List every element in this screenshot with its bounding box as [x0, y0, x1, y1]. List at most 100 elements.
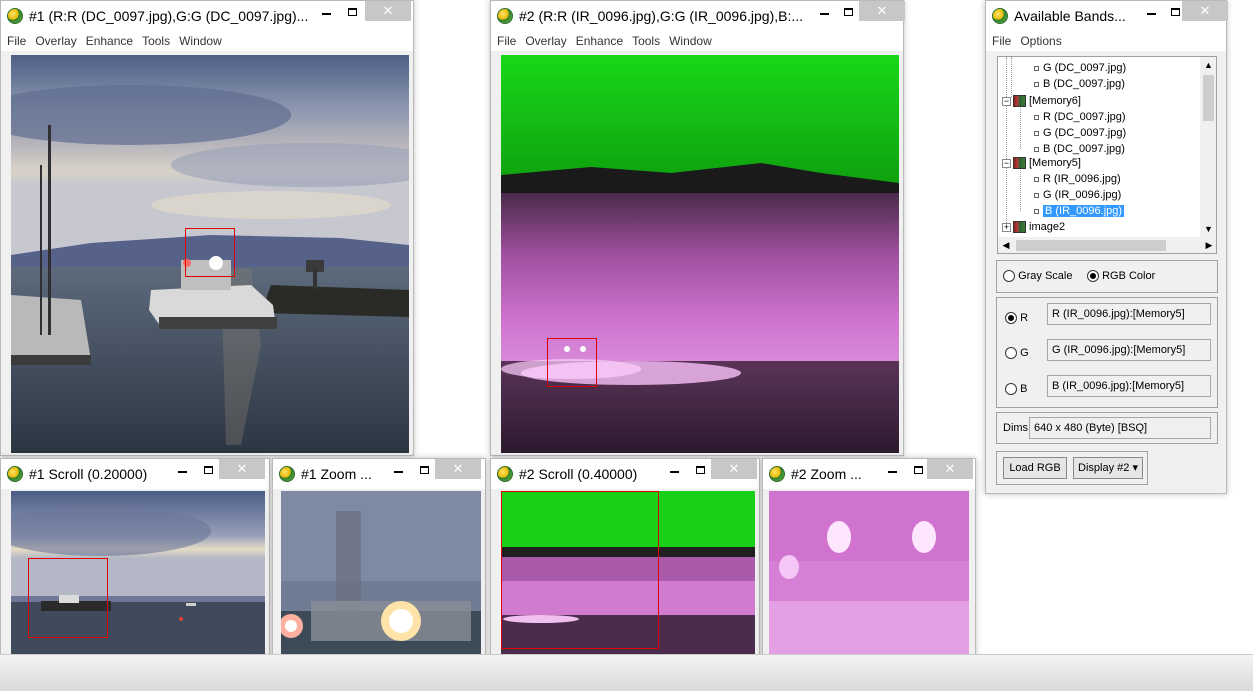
rgb-color-option[interactable]: RGB Color — [1087, 270, 1155, 283]
channel-r-radio[interactable] — [1005, 312, 1017, 325]
image-window-2[interactable]: #2 (R:R (IR_0096.jpg),G:G (IR_0096.jpg),… — [490, 0, 905, 456]
menu-enhance[interactable]: Enhance — [86, 34, 133, 48]
tree-horizontal-scrollbar[interactable]: ◀ ▶ — [998, 237, 1216, 253]
zoom-window-2-titlebar[interactable]: #2 Zoom ... ✕ — [763, 459, 975, 489]
menu-file[interactable]: File — [7, 34, 26, 48]
channel-g-field[interactable]: G (IR_0096.jpg):[Memory5] — [1047, 339, 1211, 361]
load-rgb-button[interactable]: Load RGB — [1003, 457, 1067, 479]
maximize-button[interactable] — [907, 459, 929, 481]
channel-g-option[interactable]: G — [1005, 347, 1029, 360]
minimize-button[interactable] — [663, 459, 685, 481]
file-icon — [1013, 221, 1026, 234]
image-window-2-titlebar[interactable]: #2 (R:R (IR_0096.jpg),G:G (IR_0096.jpg),… — [491, 1, 905, 31]
tree-item-band[interactable]: G (DC_0097.jpg) — [1034, 125, 1126, 141]
tree-item-band[interactable]: R (DC_0097.jpg) — [1034, 109, 1126, 125]
menu-tools[interactable]: Tools — [142, 34, 170, 48]
close-button[interactable]: ✕ — [927, 459, 973, 479]
image-view-2[interactable] — [501, 55, 899, 453]
tree-item-band-selected[interactable]: B (IR_0096.jpg) — [1034, 203, 1125, 219]
window-title: Available Bands... — [1014, 8, 1126, 24]
scroll-thumb[interactable] — [1203, 75, 1214, 121]
gray-scale-option[interactable]: Gray Scale — [1003, 270, 1072, 283]
tree-item-band[interactable]: G (DC_0097.jpg) — [1034, 60, 1126, 76]
maximize-button[interactable] — [341, 1, 363, 23]
zoom-window-1-titlebar[interactable]: #1 Zoom ... ✕ — [273, 459, 485, 489]
menu-file[interactable]: File — [992, 34, 1011, 48]
close-button[interactable]: ✕ — [859, 1, 905, 21]
bands-titlebar[interactable]: Available Bands... ✕ — [986, 1, 1228, 31]
menu-enhance[interactable]: Enhance — [576, 34, 623, 48]
tree-item-band[interactable]: R (IR_0096.jpg) — [1034, 171, 1121, 187]
band-icon — [1034, 114, 1039, 120]
channel-b-radio[interactable] — [1005, 383, 1017, 396]
close-button[interactable]: ✕ — [711, 459, 757, 479]
close-icon: ✕ — [452, 461, 464, 476]
display-dropdown-button[interactable]: Display #2 ▾ — [1073, 457, 1143, 479]
channel-r-option[interactable]: R — [1005, 312, 1028, 325]
maximize-button[interactable] — [837, 1, 859, 23]
scroll-thumb[interactable] — [1016, 240, 1166, 251]
rgb-color-radio[interactable] — [1087, 270, 1099, 283]
tree-item-group[interactable]: − [Memory5] — [1002, 155, 1081, 171]
envi-app-icon — [497, 8, 513, 24]
minimize-button[interactable] — [1140, 1, 1162, 23]
band-icon — [1034, 81, 1039, 87]
collapse-icon[interactable]: − — [1002, 96, 1011, 106]
minimize-button[interactable] — [881, 459, 903, 481]
band-tree[interactable]: G (DC_0097.jpg) B (DC_0097.jpg) − [Memory… — [997, 56, 1217, 254]
menu-tools[interactable]: Tools — [632, 34, 660, 48]
gray-scale-radio[interactable] — [1003, 270, 1015, 283]
close-button[interactable]: ✕ — [1182, 1, 1228, 21]
image-window-1[interactable]: #1 (R:R (DC_0097.jpg),G:G (DC_0097.jpg).… — [0, 0, 414, 456]
scroll-right-icon[interactable]: ▶ — [1201, 237, 1216, 253]
zoom-roi-box[interactable] — [547, 338, 597, 387]
channel-g-radio[interactable] — [1005, 347, 1017, 360]
scroll-view-2[interactable] — [501, 491, 755, 681]
channel-r-field[interactable]: R (IR_0096.jpg):[Memory5] — [1047, 303, 1211, 325]
minimize-button[interactable] — [315, 1, 337, 23]
band-icon — [1034, 208, 1039, 214]
channel-b-option[interactable]: B — [1005, 383, 1027, 396]
dims-value: 640 x 480 (Byte) [BSQ] — [1029, 417, 1211, 439]
minimize-button[interactable] — [387, 459, 409, 481]
menu-file[interactable]: File — [497, 34, 516, 48]
tree-item-band[interactable]: G (IR_0096.jpg) — [1034, 187, 1121, 203]
maximize-button[interactable] — [197, 459, 219, 481]
viewport-box[interactable] — [501, 491, 659, 649]
scroll-view-1[interactable] — [11, 491, 265, 681]
close-button[interactable]: ✕ — [365, 1, 411, 21]
close-button[interactable]: ✕ — [435, 459, 481, 479]
minimize-button[interactable] — [171, 459, 193, 481]
channel-b-field[interactable]: B (IR_0096.jpg):[Memory5] — [1047, 375, 1211, 397]
envi-app-icon — [7, 466, 23, 482]
menu-window[interactable]: Window — [179, 34, 222, 48]
image-window-1-titlebar[interactable]: #1 (R:R (DC_0097.jpg),G:G (DC_0097.jpg).… — [1, 1, 413, 31]
zoom-roi-box[interactable] — [185, 228, 235, 277]
scroll-window-1-titlebar[interactable]: #1 Scroll (0.20000) ✕ — [1, 459, 269, 489]
maximize-icon — [843, 8, 853, 16]
scroll-up-icon[interactable]: ▲ — [1200, 57, 1216, 73]
tree-vertical-scrollbar[interactable]: ▲ ▼ — [1200, 57, 1216, 237]
scroll-down-icon[interactable]: ▼ — [1200, 221, 1216, 237]
tree-item-group[interactable]: − [Memory6] — [1002, 93, 1081, 109]
menu-overlay[interactable]: Overlay — [35, 34, 76, 48]
maximize-button[interactable] — [413, 459, 435, 481]
image-view-1[interactable] — [11, 55, 409, 453]
tree-item-group[interactable]: + image2 — [1002, 219, 1065, 235]
menu-window[interactable]: Window — [669, 34, 712, 48]
window-title: #1 Scroll (0.20000) — [29, 466, 148, 482]
maximize-button[interactable] — [689, 459, 711, 481]
minimize-icon — [1146, 13, 1156, 15]
close-button[interactable]: ✕ — [219, 459, 265, 479]
viewport-box[interactable] — [28, 558, 108, 638]
menu-overlay[interactable]: Overlay — [525, 34, 566, 48]
scroll-left-icon[interactable]: ◀ — [998, 237, 1014, 253]
infrared-image — [501, 55, 899, 453]
menu-options[interactable]: Options — [1020, 34, 1061, 48]
scroll-window-2-titlebar[interactable]: #2 Scroll (0.40000) ✕ — [491, 459, 759, 489]
collapse-icon[interactable]: − — [1002, 158, 1011, 168]
tree-item-band[interactable]: B (DC_0097.jpg) — [1034, 76, 1125, 92]
expand-icon[interactable]: + — [1002, 222, 1011, 232]
minimize-button[interactable] — [813, 1, 835, 23]
available-bands-window[interactable]: Available Bands... ✕ File Options G (DC_… — [985, 0, 1228, 494]
